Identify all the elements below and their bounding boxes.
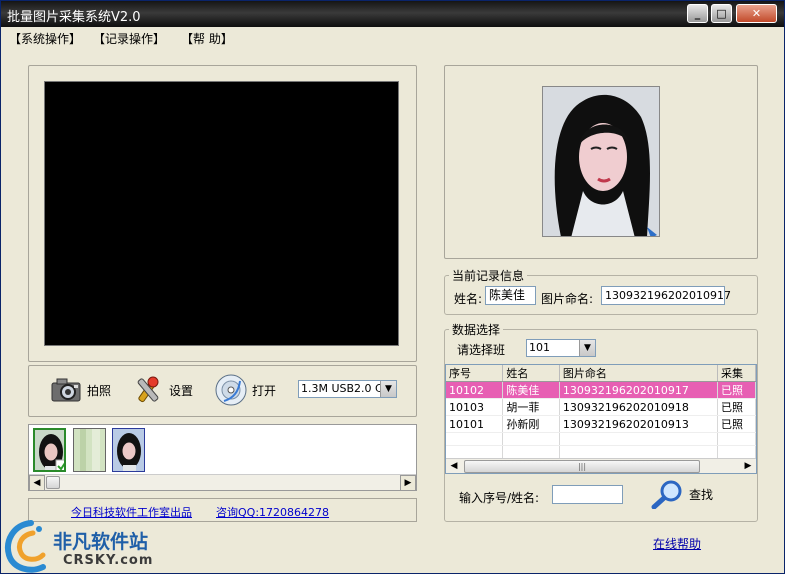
search-label: 输入序号/姓名: [459, 491, 540, 505]
chevron-down-icon: ▼ [579, 340, 595, 356]
cell-id: 10103 [446, 398, 504, 416]
thumbnail-scrollbar[interactable]: ◀ ▶ [29, 474, 416, 491]
class-select[interactable]: 101 ▼ [526, 339, 596, 357]
watermark-brand: 非凡软件站 [53, 531, 149, 553]
capture-button[interactable]: 拍照 [49, 373, 111, 407]
name-label: 姓名: [454, 292, 483, 306]
menu-record[interactable]: 【记录操作】 [93, 30, 165, 47]
data-select-legend: 数据选择 [449, 321, 504, 338]
thumbnail-strip: ◀ ▶ [28, 424, 417, 491]
credit-link[interactable]: 今日科技软件工作室出品 [71, 504, 192, 520]
site-logo-icon [5, 520, 46, 573]
class-select-value: 101 [529, 341, 550, 354]
class-label: 请选择班 [457, 343, 506, 357]
column-header-id[interactable]: 序号 [446, 365, 504, 382]
cell-id: 10101 [446, 415, 504, 433]
column-header-name[interactable]: 姓名 [502, 365, 560, 382]
table-header: 序号 姓名 图片命名 采集 [446, 365, 756, 382]
camera-preview [44, 81, 399, 346]
disc-icon [215, 374, 247, 406]
chevron-down-icon: ▼ [380, 381, 396, 397]
column-header-status[interactable]: 采集 [717, 365, 756, 382]
portrait-thumbnail-image [113, 429, 144, 471]
open-button[interactable]: 打开 [214, 373, 276, 407]
settings-button[interactable]: 设置 [131, 373, 193, 407]
filename-field[interactable]: 130932196202010917 [601, 286, 731, 305]
cell-name: 孙新刚 [502, 415, 560, 433]
maximize-button[interactable]: □ [711, 4, 732, 23]
cell-status: 已照 [717, 398, 756, 416]
minimize-button[interactable]: _ [687, 4, 708, 23]
cell-id: 10102 [446, 381, 504, 399]
scroll-right-icon[interactable]: ▶ [400, 475, 416, 491]
cell-filename: 130932196202010918 [559, 398, 719, 416]
open-label: 打开 [252, 383, 277, 398]
scrollbar-thumb[interactable] [46, 476, 60, 489]
thumbnail-1[interactable] [33, 428, 66, 472]
cell-name: 胡一菲 [502, 398, 560, 416]
table-scrollbar[interactable]: ◀ ||| ▶ [446, 458, 756, 473]
cell-status: 已照 [717, 381, 756, 399]
cell-filename: 130932196202010913 [559, 415, 719, 433]
table-row[interactable]: 10103 胡一菲 130932196202010918 已照 [446, 398, 756, 416]
portrait-thumbnail-image [35, 430, 64, 470]
thumbnail-3[interactable] [112, 428, 145, 472]
online-help-link[interactable]: 在线帮助 [653, 535, 701, 552]
record-info-legend: 当前记录信息 [449, 267, 528, 284]
table-row [446, 445, 756, 459]
thumbnail-2[interactable] [73, 428, 106, 472]
magnifier-icon [651, 480, 682, 509]
filename-label: 图片命名: [541, 292, 594, 306]
blank-thumbnail-image [74, 429, 105, 471]
menu-bar: 【系统操作】 【记录操作】 【帮 助】 [1, 27, 784, 49]
table-row [446, 432, 756, 446]
cell-filename: 130932196202010917 [559, 381, 719, 399]
table-row[interactable]: 10101 孙新刚 130932196202010913 已照 [446, 415, 756, 433]
site-watermark: 非凡软件站 CRSKY.com [1, 519, 171, 574]
tools-icon [137, 376, 159, 403]
scroll-left-icon[interactable]: ◀ [29, 475, 45, 491]
settings-label: 设置 [169, 383, 194, 398]
table-scrollbar-thumb[interactable]: ||| [464, 460, 700, 473]
table-row[interactable]: 10102 陈美佳 130932196202010917 已照 [446, 381, 756, 399]
student-photo [542, 86, 660, 237]
name-field[interactable]: 陈美佳 [485, 286, 536, 305]
device-select[interactable]: 1.3M USB2.0 C ▼ [298, 380, 397, 398]
window-title: 批量图片采集系统V2.0 [7, 10, 141, 25]
scroll-right-icon[interactable]: ▶ [740, 459, 756, 473]
camera-icon [51, 378, 81, 402]
contact-link[interactable]: 咨询QQ:1720864278 [216, 504, 329, 520]
menu-system[interactable]: 【系统操作】 [9, 30, 81, 47]
capture-label: 拍照 [87, 383, 112, 398]
cell-name: 陈美佳 [502, 381, 560, 399]
app-window: 批量图片采集系统V2.0 _ □ ✕ 【系统操作】 【记录操作】 【帮 助】 拍… [0, 0, 785, 574]
cell-status: 已照 [717, 415, 756, 433]
column-header-filename[interactable]: 图片命名 [559, 365, 719, 382]
device-select-value: 1.3M USB2.0 C [301, 382, 383, 395]
menu-help[interactable]: 【帮 助】 [181, 30, 233, 47]
student-portrait-image [543, 87, 659, 236]
title-bar: 批量图片采集系统V2.0 _ □ ✕ [1, 1, 784, 27]
search-input[interactable] [552, 485, 623, 504]
search-button-label: 查找 [689, 487, 714, 502]
scroll-left-icon[interactable]: ◀ [446, 459, 462, 473]
close-button[interactable]: ✕ [736, 4, 777, 23]
watermark-domain: CRSKY.com [63, 553, 154, 568]
search-button[interactable]: 查找 [651, 479, 713, 509]
records-table[interactable]: 序号 姓名 图片命名 采集 10102 陈美佳 1309321962020109… [445, 364, 757, 474]
